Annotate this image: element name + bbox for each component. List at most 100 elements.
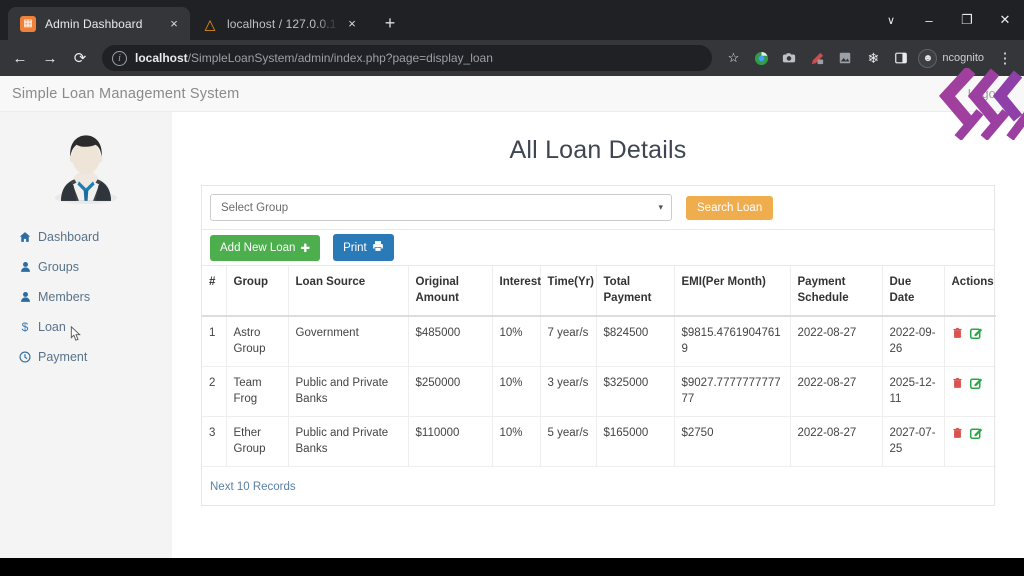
cell-interest: 10% [492,366,541,418]
cell-index: 1 [202,316,227,368]
column-header-total-payment: Total Payment [596,266,675,318]
plus-icon: ✚ [300,242,311,255]
select-group-value: Select Group [221,201,289,214]
tab-close-icon[interactable]: × [344,16,360,32]
cell-due-date: 2027-07-25 [882,416,945,468]
minimize-button[interactable]: – [910,0,948,40]
user-avatar-icon [54,135,118,204]
sidebar-item-label: Loan [38,320,66,334]
table-row: 3 Ether Group Public and Private Banks $… [202,416,996,468]
add-new-loan-label: Add New Loan [220,241,296,254]
edit-icon[interactable] [969,376,982,394]
column-header-actions: Actions [944,266,996,318]
extension-green-icon[interactable] [748,45,774,71]
print-label: Print [343,241,367,254]
page-title: All Loan Details [509,136,687,164]
puzzle-icon[interactable]: ❄ [860,45,886,71]
cell-original-amount: $485000 [408,316,493,368]
clock-icon [18,351,32,363]
cell-loan-source: Public and Private Banks [288,366,409,418]
browser-tab-admin-dashboard[interactable]: ▦ Admin Dashboard × [8,7,190,40]
pagination: Next 10 Records [201,467,995,507]
chevron-down-icon: ▾ [658,202,663,212]
next-records-link[interactable]: Next 10 Records [210,481,296,493]
cell-actions [944,316,996,368]
delete-icon[interactable] [952,326,963,344]
app-title: Simple Loan Management System [12,85,240,102]
chevron-down-icon[interactable]: ∨ [872,0,910,40]
sidepanel-icon[interactable] [888,45,914,71]
cell-payment-schedule: 2022-08-27 [790,366,883,418]
delete-icon[interactable] [952,426,963,444]
maximize-button[interactable]: ❐ [948,0,986,40]
browser-menu-icon[interactable]: ⋮ [992,45,1018,71]
tab-title: Admin Dashboard [45,16,143,31]
delete-icon[interactable] [952,376,963,394]
cell-total-payment: $824500 [596,316,675,368]
sidebar-item-label: Payment [38,350,88,364]
browser-tab-phpmyadmin[interactable]: △ localhost / 127.0.0.1 / simpleloan × [190,7,368,40]
column-header-group: Group [226,266,289,318]
site-info-icon[interactable]: i [112,50,127,66]
sidebar-item-loan[interactable]: $ Loan [18,312,172,342]
cell-time-yr: 3 year/s [540,366,597,418]
user-icon [18,261,32,273]
capture-icon[interactable] [832,45,858,71]
select-group-dropdown[interactable]: Select Group ▾ [210,194,672,221]
close-window-button[interactable]: ✕ [986,0,1024,40]
search-loan-button[interactable]: Search Loan [686,195,774,220]
sidebar-item-members[interactable]: Members [18,282,172,312]
cell-time-yr: 5 year/s [540,416,597,468]
window-bottom-edge [0,558,1024,576]
cell-emi: $2750 [674,416,791,468]
cell-loan-source: Government [288,316,409,368]
reload-icon[interactable]: ⟳ [66,44,94,72]
new-tab-button[interactable]: + [376,9,404,37]
camera-icon[interactable] [776,45,802,71]
tab-close-icon[interactable]: × [166,16,182,32]
printer-icon [372,240,384,255]
column-header-index: # [202,266,227,318]
table-header-row: # Group Loan Source Original Amount Inte… [202,266,996,318]
back-icon[interactable]: ← [6,44,34,72]
add-new-loan-button[interactable]: Add New Loan ✚ [210,234,321,261]
cell-loan-source: Public and Private Banks [288,416,409,468]
cell-payment-schedule: 2022-08-27 [790,416,883,468]
page-content: Simple Loan Management System Logout Das… [0,68,1024,576]
address-bar-url: localhost/SimpleLoanSystem/admin/index.p… [135,51,493,65]
user-icon [18,291,32,303]
print-button[interactable]: Print [333,234,394,261]
search-row: Select Group ▾ Search Loan [202,186,994,230]
cell-original-amount: $250000 [408,366,493,418]
address-bar[interactable]: i localhost/SimpleLoanSystem/admin/index… [102,45,713,71]
loan-table: # Group Loan Source Original Amount Inte… [202,266,996,468]
cell-original-amount: $110000 [408,416,493,468]
cell-due-date: 2022-09-26 [882,316,945,368]
cell-interest: 10% [492,416,541,468]
cell-emi: $9815.47619047619 [674,316,791,368]
edit-icon[interactable] [969,426,982,444]
main-content: All Loan Details Select Group ▾ Search L… [172,112,1024,576]
action-row: Add New Loan ✚ Print [202,230,994,266]
cell-total-payment: $325000 [596,366,675,418]
cell-actions [944,366,996,418]
sidebar-item-dashboard[interactable]: Dashboard [18,222,172,252]
loan-card: All Loan Details Select Group ▾ Search L… [201,112,996,576]
cell-due-date: 2025-12-11 [882,366,945,418]
sidebar: Dashboard Groups Members $ Loan Payment [0,112,172,576]
sidebar-item-payment[interactable]: Payment [18,342,172,372]
sidebar-nav: Dashboard Groups Members $ Loan Payment [0,222,172,372]
browser-window: ▦ Admin Dashboard × △ localhost / 127.0.… [0,0,1024,576]
table-row: 2 Team Frog Public and Private Banks $25… [202,366,996,418]
page-body: Dashboard Groups Members $ Loan Payment … [0,112,1024,576]
pen-icon[interactable] [804,45,830,71]
logout-link[interactable]: Logout [968,87,1006,101]
forward-icon[interactable]: → [36,44,64,72]
sidebar-item-groups[interactable]: Groups [18,252,172,282]
column-header-interest: Interest [492,266,541,318]
edit-icon[interactable] [969,326,982,344]
loan-panel: Select Group ▾ Search Loan Add New Loan … [201,185,996,468]
bookmark-star-icon[interactable]: ☆ [720,45,746,71]
browser-tabstrip: ▦ Admin Dashboard × △ localhost / 127.0.… [0,0,1024,40]
profile-incognito-indicator[interactable]: ☻ ncognito [916,48,990,68]
